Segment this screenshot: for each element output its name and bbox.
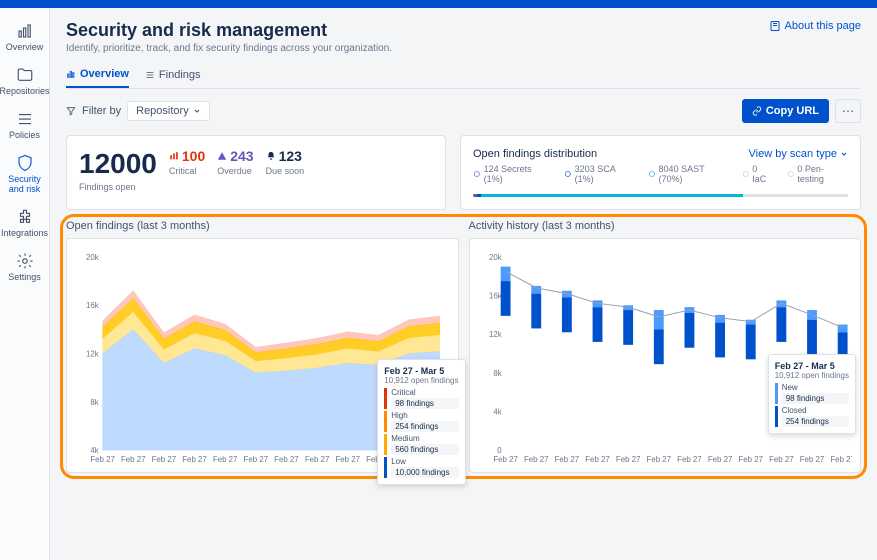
svg-text:Feb 27: Feb 27 (244, 455, 269, 464)
sidebar-item-settings[interactable]: Settings (0, 248, 49, 286)
activity-history-chart: Activity history (last 3 months) 20k16k1… (469, 220, 862, 473)
svg-text:Feb 27: Feb 27 (769, 455, 794, 464)
svg-text:Feb 27: Feb 27 (182, 455, 207, 464)
filter-icon (66, 106, 76, 116)
svg-text:Feb 27: Feb 27 (738, 455, 763, 464)
svg-text:Feb 27: Feb 27 (799, 455, 824, 464)
svg-text:Feb 27: Feb 27 (274, 455, 299, 464)
svg-text:12k: 12k (86, 349, 99, 358)
about-link[interactable]: About this page (769, 20, 861, 32)
stat-due: 123 Due soon (266, 148, 305, 176)
shield-icon (787, 170, 795, 178)
svg-text:Feb 27: Feb 27 (830, 455, 852, 464)
svg-text:Feb 27: Feb 27 (615, 455, 640, 464)
page-subtitle: Identify, prioritize, track, and fix sec… (66, 43, 392, 54)
chart-tooltip: Feb 27 - Mar 510,912 open findingsNew98 … (768, 354, 856, 434)
copy-url-button[interactable]: Copy URL (742, 99, 829, 123)
open-findings-chart: Open findings (last 3 months) 20k16k12k8… (66, 220, 459, 473)
shield-icon (16, 154, 34, 172)
dist-item: 124 Secrets (1%) (473, 164, 550, 184)
filter-label: Filter by (82, 105, 121, 117)
stats-card: 12000 Findings open 100 Critical 243 Ove… (66, 135, 446, 210)
svg-text:20k: 20k (86, 253, 99, 262)
svg-text:8k: 8k (493, 369, 501, 378)
list-icon (16, 110, 34, 128)
chart-tooltip: Feb 27 - Mar 510,912 open findingsCritic… (377, 359, 465, 485)
svg-text:Feb 27: Feb 27 (677, 455, 702, 464)
view-by-scan-link[interactable]: View by scan type (749, 148, 848, 160)
stat-open: 12000 Findings open (79, 148, 157, 192)
sidebar: Overview Repositories Policies Security and… (0, 8, 50, 560)
chart-bar-icon (16, 22, 34, 40)
sidebar-item-overview[interactable]: Overview (0, 18, 49, 56)
sidebar-item-security-and-risk[interactable]: Security and risk (0, 150, 49, 198)
bars-icon (169, 151, 179, 161)
tab-overview[interactable]: Overview (66, 68, 129, 88)
chart-icon (66, 69, 76, 79)
dist-item: 0 Pen-testing (787, 164, 848, 184)
svg-text:12k: 12k (488, 330, 501, 339)
more-button[interactable]: ⋯ (835, 99, 861, 123)
stat-overdue: 243 Overdue (217, 148, 253, 176)
gear-icon (16, 252, 34, 270)
tab-findings[interactable]: Findings (145, 68, 201, 88)
repository-select[interactable]: Repository (127, 101, 210, 121)
sidebar-item-policies[interactable]: Policies (0, 106, 49, 144)
svg-text:Feb 27: Feb 27 (335, 455, 360, 464)
code-icon (648, 170, 656, 178)
cloud-icon (742, 170, 750, 178)
page-title: Security and risk management (66, 20, 392, 41)
svg-text:Feb 27: Feb 27 (90, 455, 115, 464)
svg-text:Feb 27: Feb 27 (646, 455, 671, 464)
svg-text:0: 0 (497, 446, 502, 455)
sidebar-item-integrations[interactable]: Integrations (0, 204, 49, 242)
triangle-icon (217, 151, 227, 161)
chevron-down-icon (840, 150, 848, 158)
tabs: Overview Findings (66, 68, 861, 89)
svg-text:Feb 27: Feb 27 (305, 455, 330, 464)
dist-item: 3203 SCA (1%) (564, 164, 634, 184)
svg-text:Feb 27: Feb 27 (493, 455, 518, 464)
sidebar-item-repositories[interactable]: Repositories (0, 62, 49, 100)
svg-text:Feb 27: Feb 27 (152, 455, 177, 464)
puzzle-icon (16, 208, 34, 226)
chevron-down-icon (193, 107, 201, 115)
svg-text:Feb 27: Feb 27 (585, 455, 610, 464)
link-icon (752, 106, 762, 116)
package-icon (564, 170, 572, 178)
svg-text:Feb 27: Feb 27 (554, 455, 579, 464)
svg-text:4k: 4k (90, 446, 98, 455)
svg-text:16k: 16k (488, 292, 501, 301)
svg-text:20k: 20k (488, 253, 501, 262)
svg-text:Feb 27: Feb 27 (213, 455, 238, 464)
top-nav-bar (0, 0, 877, 8)
dist-title: Open findings distribution (473, 148, 597, 160)
bell-icon (266, 151, 276, 161)
svg-text:8k: 8k (90, 398, 98, 407)
folder-icon (16, 66, 34, 84)
dist-item: 0 IaC (742, 164, 773, 184)
svg-text:16k: 16k (86, 301, 99, 310)
svg-text:4k: 4k (493, 407, 501, 416)
dist-item: 8040 SAST (70%) (648, 164, 728, 184)
distribution-card: Open findings distribution View by scan … (460, 135, 861, 210)
book-icon (769, 20, 781, 32)
stat-critical: 100 Critical (169, 148, 205, 176)
list-icon (145, 70, 155, 80)
svg-text:Feb 27: Feb 27 (523, 455, 548, 464)
svg-text:Feb 27: Feb 27 (707, 455, 732, 464)
key-icon (473, 170, 481, 178)
svg-text:Feb 27: Feb 27 (121, 455, 146, 464)
